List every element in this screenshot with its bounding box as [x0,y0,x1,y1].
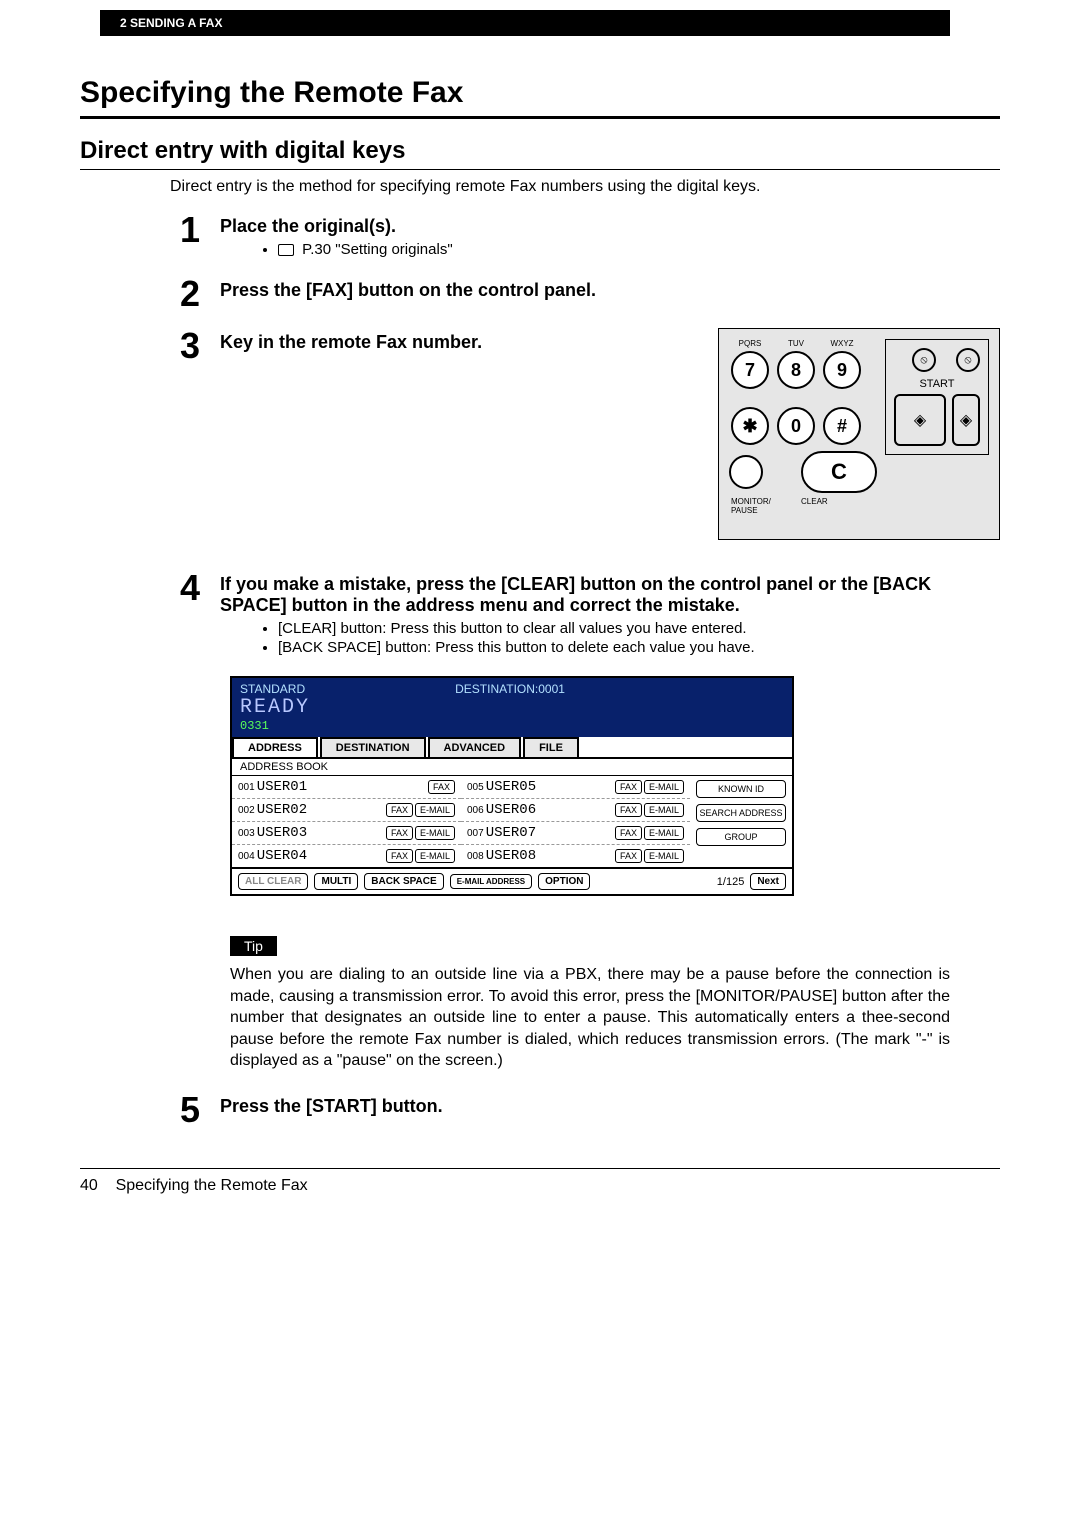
mail-address-button[interactable]: E-MAIL ADDRESS [450,874,532,889]
email-button[interactable]: E-MAIL [644,803,684,817]
email-button[interactable]: E-MAIL [415,849,455,863]
table-row[interactable]: 003USER03FAXE-MAIL [232,821,461,844]
tab-address[interactable]: ADDRESS [232,737,318,757]
page-footer: 40 Specifying the Remote Fax [80,1168,1000,1195]
page-title: Specifying the Remote Fax [80,76,1000,119]
back-space-button[interactable]: BACK SPACE [364,873,443,890]
fax-button[interactable]: FAX [615,826,642,840]
email-button[interactable]: E-MAIL [644,849,684,863]
page-number: 40 [80,1177,98,1194]
scr-tabs: ADDRESS DESTINATION ADVANCED FILE [232,737,792,759]
clear-key[interactable]: C [801,451,877,493]
user-list-1: 001USER01FAX002USER02FAXE-MAIL003USER03F… [232,776,461,867]
fax-button[interactable]: FAX [615,803,642,817]
scr-standard: STANDARD [240,682,305,696]
page-indicator: 1/125 [717,876,745,888]
email-button[interactable]: E-MAIL [644,826,684,840]
user-list-2: 005USER05FAXE-MAIL006USER06FAXE-MAIL007U… [461,776,690,867]
clear-label: CLEAR [801,497,828,515]
fax-button[interactable]: FAX [428,780,455,794]
table-row[interactable]: 007USER07FAXE-MAIL [461,821,690,844]
scr-number: 0331 [240,719,784,733]
step1-ref: P.30 "Setting originals" [278,241,1000,258]
fax-button[interactable]: FAX [386,803,413,817]
step-number: 4 [180,570,216,658]
multi-button[interactable]: MULTI [314,873,358,890]
stop-icon-2[interactable]: ⦸ [956,348,980,372]
email-button[interactable]: E-MAIL [644,780,684,794]
step-3: 3 Key in the remote Fax number. PQRS7 TU… [180,328,1000,540]
tab-destination[interactable]: DESTINATION [320,737,426,757]
step-number: 2 [180,276,216,312]
option-button[interactable]: OPTION [538,873,590,890]
table-row[interactable]: 006USER06FAXE-MAIL [461,798,690,821]
footer-text: Specifying the Remote Fax [116,1177,308,1194]
table-row[interactable]: 004USER04FAXE-MAIL [232,844,461,867]
step5-title: Press the [START] button. [220,1096,1000,1117]
key-star[interactable]: ✱ [731,407,769,445]
group-button[interactable]: GROUP [696,828,786,846]
step-1: 1 Place the original(s). P.30 "Setting o… [180,212,1000,260]
step-4: 4 If you make a mistake, press the [CLEA… [180,570,1000,658]
step-2: 2 Press the [FAX] button on the control … [180,276,1000,312]
search-address-button[interactable]: SEARCH ADDRESS [696,804,786,822]
table-row[interactable]: 002USER02FAXE-MAIL [232,798,461,821]
section-title: Direct entry with digital keys [80,137,1000,170]
scr-subhead: ADDRESS BOOK [232,759,792,776]
monitor-pause-label: MONITOR/ PAUSE [731,497,771,515]
email-button[interactable]: E-MAIL [415,826,455,840]
key-0[interactable]: 0 [777,407,815,445]
next-button[interactable]: Next [750,873,786,890]
step2-title: Press the [FAX] button on the control pa… [220,280,1000,301]
step4-title: If you make a mistake, press the [CLEAR]… [220,574,1000,616]
keypad-figure: PQRS7 TUV8 WXYZ9 ✱ 0 # C MONITOR/ PAU [718,328,1000,540]
start-button[interactable]: ◈ [894,394,946,446]
scr-destination: DESTINATION:0001 [455,682,565,696]
email-button[interactable]: E-MAIL [415,803,455,817]
step4-bullet-1: [CLEAR] button: Press this button to cle… [278,620,1000,637]
key-7[interactable]: 7 [731,351,769,389]
fax-button[interactable]: FAX [386,826,413,840]
fax-button[interactable]: FAX [386,849,413,863]
key-8[interactable]: 8 [777,351,815,389]
tip-label: Tip [230,936,277,956]
scr-ready: READY [240,696,784,719]
key-9[interactable]: 9 [823,351,861,389]
step-number: 3 [180,328,216,364]
step3-title: Key in the remote Fax number. [220,332,608,353]
stop-icon[interactable]: ⦸ [912,348,936,372]
key-blank[interactable] [729,455,763,489]
step-number: 5 [180,1092,216,1128]
start-button-2[interactable]: ◈ [952,394,980,446]
all-clear-button[interactable]: ALL CLEAR [238,873,308,890]
fax-button[interactable]: FAX [615,849,642,863]
table-row[interactable]: 001USER01FAX [232,776,461,798]
start-label: START [894,378,980,390]
chapter-header: 2 SENDING A FAX [100,10,950,36]
step-5: 5 Press the [START] button. [180,1092,1000,1128]
known-id-button[interactable]: KNOWN ID [696,780,786,798]
screen-figure: STANDARD DESTINATION:0001 READY 0331 ADD… [230,676,794,896]
step1-title: Place the original(s). [220,216,1000,237]
fax-button[interactable]: FAX [615,780,642,794]
intro-text: Direct entry is the method for specifyin… [170,178,1000,196]
book-icon [278,244,294,256]
table-row[interactable]: 008USER08FAXE-MAIL [461,844,690,867]
tab-file[interactable]: FILE [523,737,579,757]
tip-text: When you are dialing to an outside line … [230,964,950,1072]
step4-bullet-2: [BACK SPACE] button: Press this button t… [278,639,1000,656]
step-number: 1 [180,212,216,260]
key-hash[interactable]: # [823,407,861,445]
table-row[interactable]: 005USER05FAXE-MAIL [461,776,690,798]
tab-advanced[interactable]: ADVANCED [428,737,522,757]
